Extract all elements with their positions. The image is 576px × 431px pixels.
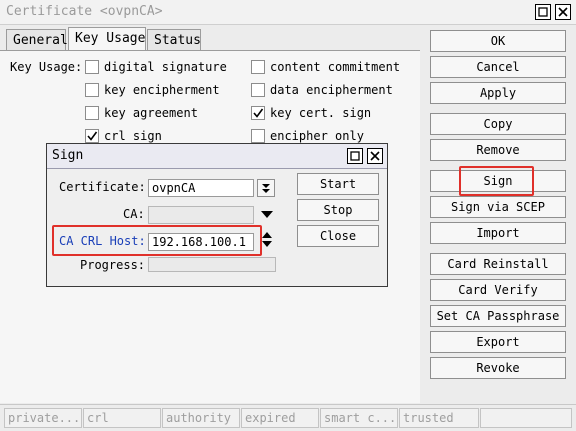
tab-status[interactable]: Status [147, 29, 201, 51]
status-bar: private... crl authority expired smart c… [0, 404, 576, 431]
ca-label: CA: [123, 207, 145, 221]
checkbox-label: digital signature [104, 60, 227, 74]
window-title: Certificate <ovpnCA> [6, 4, 163, 19]
copy-button[interactable]: Copy [430, 113, 566, 135]
progress-bar [148, 257, 276, 272]
checkbox-label: crl sign [104, 129, 162, 143]
checkbox-label: key encipherment [104, 83, 220, 97]
tab-label: Key Usage [75, 31, 146, 46]
dialog-title: Sign [52, 148, 84, 163]
ok-button[interactable]: OK [430, 30, 566, 52]
import-button[interactable]: Import [430, 222, 566, 244]
status-field: trusted [399, 408, 479, 428]
checkbox-key-agreement[interactable] [85, 106, 99, 120]
checkbox-label: encipher only [270, 129, 364, 143]
key-usage-label: Key Usage: [10, 60, 83, 74]
window-titlebar: Certificate <ovpnCA> [0, 0, 576, 25]
ca-select[interactable] [148, 206, 254, 224]
checkbox-content-commitment[interactable] [251, 60, 265, 74]
status-field: crl [83, 408, 161, 428]
revoke-button[interactable]: Revoke [430, 357, 566, 379]
sign-via-scep-button[interactable]: Sign via SCEP [430, 196, 566, 218]
progress-label: Progress: [80, 258, 146, 272]
tab-label: Status [154, 33, 201, 48]
checkbox-crl-sign[interactable] [85, 129, 99, 143]
certificate-select[interactable]: ovpnCA [148, 179, 254, 197]
status-field [480, 408, 572, 428]
checkbox-data-encipherment[interactable] [251, 83, 265, 97]
checkbox-label: key agreement [104, 106, 198, 120]
set-ca-passphrase-button[interactable]: Set CA Passphrase [430, 305, 566, 327]
checkbox-label: data encipherment [270, 83, 393, 97]
certificate-label: Certificate: [59, 180, 146, 194]
checkbox-key-cert-sign[interactable] [251, 106, 265, 120]
start-button[interactable]: Start [297, 173, 379, 195]
export-button[interactable]: Export [430, 331, 566, 353]
close-icon[interactable] [555, 4, 571, 20]
up-down-arrows-icon[interactable] [260, 230, 274, 253]
dropdown-arrows-icon[interactable] [257, 179, 275, 197]
stop-button[interactable]: Stop [297, 199, 379, 221]
close-button[interactable]: Close [297, 225, 379, 247]
close-icon[interactable] [367, 148, 383, 164]
remove-button[interactable]: Remove [430, 139, 566, 161]
maximize-icon[interactable] [347, 148, 363, 164]
checkmark-icon [253, 108, 264, 118]
checkbox-key-encipherment[interactable] [85, 83, 99, 97]
status-field: smart c... [320, 408, 398, 428]
status-field: expired [241, 408, 319, 428]
checkbox-encipher-only[interactable] [251, 129, 265, 143]
tab-general[interactable]: General [6, 29, 68, 51]
cancel-button[interactable]: Cancel [430, 56, 566, 78]
maximize-icon[interactable] [535, 4, 551, 20]
card-verify-button[interactable]: Card Verify [430, 279, 566, 301]
ca-crl-host-highlight [52, 225, 262, 256]
status-field: private... [4, 408, 82, 428]
checkmark-icon [87, 131, 98, 141]
sign-button-highlight [459, 166, 534, 196]
tab-label: General [13, 33, 68, 48]
tab-key-usage[interactable]: Key Usage [68, 27, 146, 51]
checkbox-label: key cert. sign [270, 106, 372, 120]
dialog-titlebar: Sign [47, 144, 387, 169]
status-field: authority [162, 408, 240, 428]
checkbox-digital-signature[interactable] [85, 60, 99, 74]
sign-dialog: Sign Certificate: ovpnCA CA: CA CRL Host… [46, 143, 388, 287]
checkbox-label: content commitment [270, 60, 401, 74]
card-reinstall-button[interactable]: Card Reinstall [430, 253, 566, 275]
chevron-down-icon[interactable] [260, 208, 274, 222]
apply-button[interactable]: Apply [430, 82, 566, 104]
